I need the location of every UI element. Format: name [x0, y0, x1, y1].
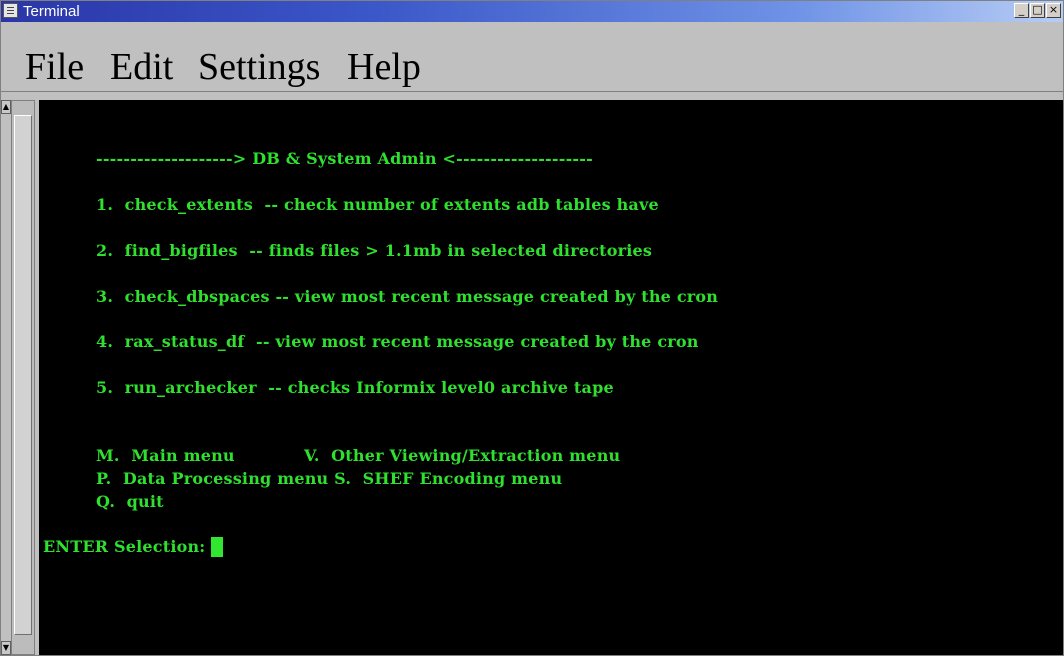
window-menu-icon[interactable]: [3, 3, 18, 18]
option-rax-status-df: 4. rax_status_df -- view most recent mes…: [96, 332, 699, 351]
prompt-line[interactable]: ENTER Selection:: [43, 537, 224, 557]
scrollbar-track[interactable]: [11, 100, 35, 655]
title-bar[interactable]: Terminal _ □ ×: [1, 1, 1063, 22]
menu-edit[interactable]: Edit: [110, 45, 173, 89]
option-check-extents: 1. check_extents -- check number of exte…: [96, 195, 659, 214]
menu-file[interactable]: File: [25, 45, 84, 89]
window-title: Terminal: [23, 3, 80, 20]
minimize-icon[interactable]: _: [1014, 3, 1029, 18]
menu-settings[interactable]: Settings: [198, 45, 320, 89]
close-icon[interactable]: ×: [1046, 3, 1061, 18]
option-find-bigfiles: 2. find_bigfiles -- finds files > 1.1mb …: [96, 241, 653, 260]
scrollbar-thumb[interactable]: [14, 115, 32, 635]
prompt-label: ENTER Selection:: [43, 537, 206, 556]
menu-header: --------------------> DB & System Admin …: [96, 149, 593, 168]
scroll-up-arrow-icon[interactable]: ▲: [1, 100, 11, 114]
nav-quit: Q. quit: [96, 492, 164, 511]
terminal-screen[interactable]: --------------------> DB & System Admin …: [39, 100, 1063, 655]
window-controls: _ □ ×: [1014, 3, 1061, 19]
scroll-down-arrow-icon[interactable]: ▼: [1, 641, 11, 655]
nav-processing-shef: P. Data Processing menu S. SHEF Encoding…: [96, 469, 563, 488]
option-check-dbspaces: 3. check_dbspaces -- view most recent me…: [96, 287, 719, 306]
menu-help[interactable]: Help: [347, 45, 421, 89]
nav-main-viewing: M. Main menu V. Other Viewing/Extraction…: [96, 446, 621, 465]
text-cursor[interactable]: [211, 537, 224, 557]
menu-bar: File Edit Settings Help: [1, 23, 1063, 92]
maximize-icon[interactable]: □: [1030, 3, 1045, 18]
terminal-window: Terminal _ □ × File Edit Settings Help ▲…: [0, 0, 1064, 656]
vertical-scrollbar[interactable]: ▲ ▼: [1, 100, 39, 655]
option-run-archecker: 5. run_archecker -- checks Informix leve…: [96, 378, 614, 397]
